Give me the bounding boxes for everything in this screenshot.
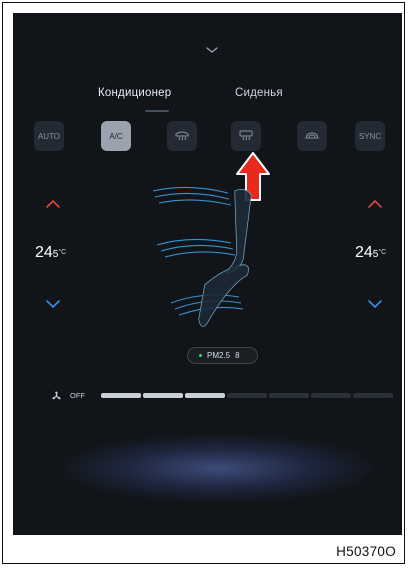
sync-button[interactable]: SYNC xyxy=(355,121,385,151)
right-temp-down-icon[interactable] xyxy=(367,299,383,309)
figure-frame: Кондиционер Сиденья AUTO A/C SYNC 245°C … xyxy=(2,2,405,564)
left-temp-unit: °C xyxy=(58,249,67,256)
fan-off-label: OFF xyxy=(70,391,85,400)
left-temperature: 245°C xyxy=(35,245,66,263)
fan-icon xyxy=(52,391,61,400)
left-temp-up-icon[interactable] xyxy=(45,199,61,209)
right-temp-unit: °C xyxy=(378,249,387,256)
fan-level-segment[interactable] xyxy=(101,393,141,398)
figure-code: H50370O xyxy=(336,544,396,559)
air-recirculation-icon xyxy=(305,132,319,139)
fan-level-segment[interactable] xyxy=(269,393,309,398)
left-temp-whole: 24 xyxy=(35,244,53,261)
right-temp-up-icon[interactable] xyxy=(367,199,383,209)
ambient-glow xyxy=(33,411,402,521)
fan-level-segment[interactable] xyxy=(143,393,183,398)
auto-button[interactable]: AUTO xyxy=(34,121,64,151)
air-quality-dot-icon xyxy=(199,354,202,357)
tab-seats[interactable]: Сиденья xyxy=(235,87,283,99)
pm25-label: PM2.5 xyxy=(207,351,231,360)
fan-speed-bar[interactable]: OFF xyxy=(44,391,393,401)
rear-defrost-icon xyxy=(239,130,253,141)
collapse-chevron-icon[interactable] xyxy=(205,45,219,55)
tab-air-conditioner[interactable]: Кондиционер xyxy=(98,87,171,99)
climate-control-screen: Кондиционер Сиденья AUTO A/C SYNC 245°C … xyxy=(13,13,402,535)
ac-button[interactable]: A/C xyxy=(101,121,131,151)
fan-level-segment[interactable] xyxy=(185,393,225,398)
fan-level-segment[interactable] xyxy=(227,393,267,398)
tab-underline xyxy=(145,110,169,112)
seat-airflow-illustration xyxy=(152,186,252,327)
right-temp-whole: 24 xyxy=(355,244,373,261)
fan-level-segment[interactable] xyxy=(311,393,351,398)
front-defrost-icon xyxy=(175,131,189,141)
pm25-value: 8 xyxy=(235,351,240,360)
right-temperature: 245°C xyxy=(355,245,386,263)
rear-defrost-button[interactable] xyxy=(231,121,261,151)
pm25-badge[interactable]: PM2.5 8 xyxy=(187,347,258,364)
recirculation-button[interactable] xyxy=(297,121,327,151)
front-defrost-button[interactable] xyxy=(167,121,197,151)
fan-level-segment[interactable] xyxy=(353,393,393,398)
left-temp-down-icon[interactable] xyxy=(45,299,61,309)
